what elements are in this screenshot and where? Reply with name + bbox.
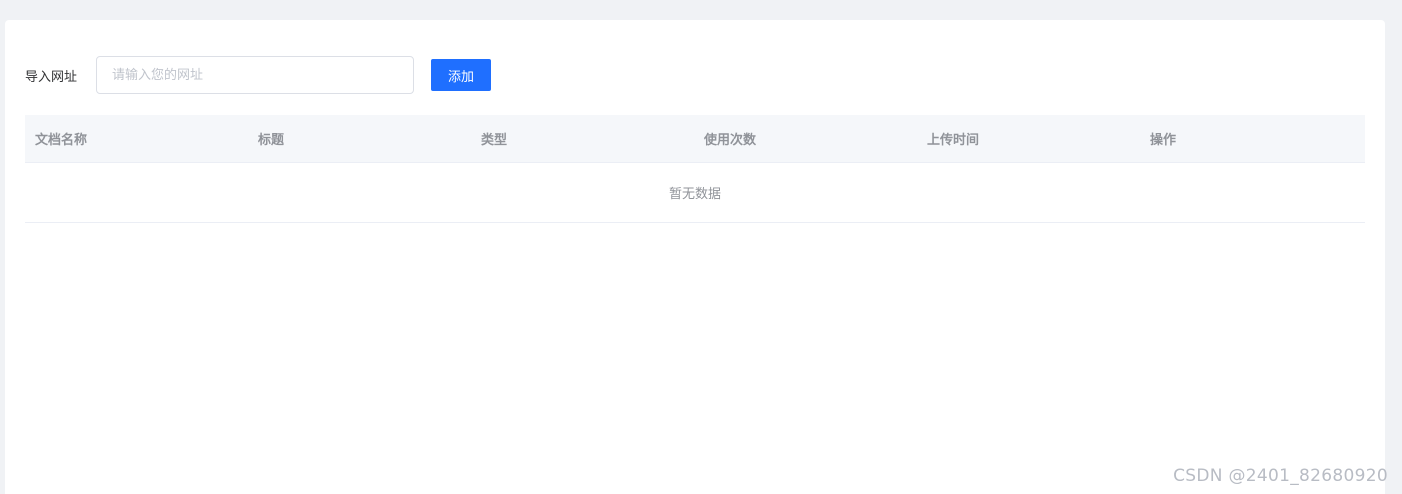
column-header-upload-time[interactable]: 上传时间 [917,129,1140,148]
content-card: 导入网址 添加 文档名称 标题 类型 使用次数 上传时间 操作 暂无数据 [5,20,1385,494]
column-header-title[interactable]: 标题 [248,129,471,148]
table-header: 文档名称 标题 类型 使用次数 上传时间 操作 [25,115,1365,163]
empty-state-text: 暂无数据 [668,187,721,202]
url-input[interactable] [96,56,414,94]
add-button[interactable]: 添加 [431,59,491,91]
csdn-watermark: CSDN @2401_82680920 [1173,466,1388,486]
document-table: 文档名称 标题 类型 使用次数 上传时间 操作 暂无数据 [25,115,1365,223]
empty-state-row: 暂无数据 [25,163,1365,223]
column-header-document-name[interactable]: 文档名称 [25,129,248,148]
import-url-label: 导入网址 [25,69,78,85]
column-header-type[interactable]: 类型 [471,129,694,148]
import-url-form: 导入网址 添加 [25,55,491,95]
column-header-usage-count[interactable]: 使用次数 [694,129,917,148]
column-header-actions[interactable]: 操作 [1140,129,1365,148]
